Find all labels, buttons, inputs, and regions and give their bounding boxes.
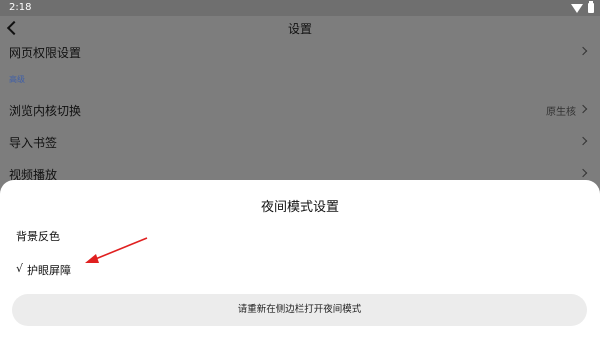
annotation-arrow-icon	[85, 237, 148, 263]
